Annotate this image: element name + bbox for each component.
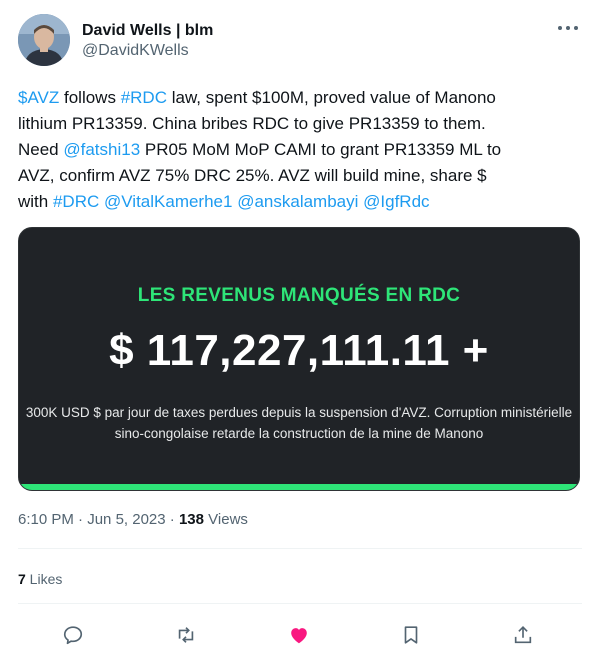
action-bar	[18, 618, 582, 652]
views-count: 138	[178, 511, 204, 528]
tweet-text-line: with #DRC @VitalKamerhe1 @anskalambayi @…	[18, 189, 582, 215]
likes-count: 7	[18, 571, 26, 587]
tweet-meta: 6:10 PM · Jun 5, 2023 · 138 Views	[18, 511, 248, 528]
tweet-text-segment: AVZ, confirm AVZ 75% DRC 25%. AVZ will b…	[18, 166, 487, 185]
media-card[interactable]: LES REVENUS MANQUÉS EN RDC $ 117,227,111…	[18, 227, 580, 491]
views-label: Views	[204, 511, 248, 528]
tweet-header: David Wells | blm @DavidKWells	[18, 14, 582, 68]
meta-separator: ·	[165, 511, 179, 528]
card-body: 300K USD $ par jour de taxes perdues dep…	[19, 402, 579, 444]
card-title: LES REVENUS MANQUÉS EN RDC	[137, 285, 461, 306]
avatar-image	[18, 14, 70, 66]
tweet-date[interactable]: Jun 5, 2023	[87, 511, 165, 528]
card-body-line: sino-congolaise retarde la construction …	[114, 426, 484, 441]
like-icon	[291, 628, 307, 644]
author-handle[interactable]: @DavidKWells	[82, 42, 189, 60]
hashtag-link[interactable]: $AVZ	[18, 88, 59, 107]
tweet-text-segment: follows	[59, 88, 121, 107]
likes-label: Likes	[25, 571, 63, 587]
tweet-text-segment: law, spent $100M, proved value of Manono	[166, 88, 496, 107]
tweet-text-line: $AVZ follows #RDC law, spent $100M, prov…	[18, 85, 582, 111]
card-accent-bar	[19, 484, 579, 490]
retweet-icon	[178, 627, 194, 643]
tweet-text-segment: Need	[18, 140, 64, 159]
reply-icon	[63, 626, 83, 645]
bookmark-icon	[404, 626, 418, 644]
tweet-text: $AVZ follows #RDC law, spent $100M, prov…	[18, 85, 582, 215]
tweet-text-line: lithium PR13359. China bribes RDC to giv…	[18, 111, 582, 137]
mention-link[interactable]: @VitalKamerhe1	[104, 192, 232, 211]
tweet-text-segment: PR05 MoM MoP CAMI to grant PR13359 ML to	[140, 140, 502, 159]
more-icon[interactable]	[558, 26, 578, 34]
reply-button[interactable]	[56, 618, 90, 652]
tweet-text-line: AVZ, confirm AVZ 75% DRC 25%. AVZ will b…	[18, 163, 582, 189]
divider	[18, 548, 582, 549]
tweet-text-segment: with	[18, 192, 53, 211]
mention-link[interactable]: @IgfRdc	[363, 192, 429, 211]
mention-link[interactable]: @fatshi13	[63, 140, 140, 159]
meta-separator: ·	[73, 511, 88, 528]
author-display-name[interactable]: David Wells | blm	[82, 22, 213, 40]
retweet-button[interactable]	[169, 618, 203, 652]
hashtag-link[interactable]: #DRC	[53, 192, 99, 211]
tweet-time[interactable]: 6:10 PM	[18, 511, 74, 528]
share-button[interactable]	[506, 618, 540, 652]
card-body-line: 300K USD $ par jour de taxes perdues dep…	[25, 405, 573, 420]
card-amount: $ 117,227,111.11 +	[109, 326, 489, 375]
bookmark-button[interactable]	[394, 618, 428, 652]
likes-summary[interactable]: 7 Likes	[18, 571, 62, 587]
mention-link[interactable]: @anskalambayi	[237, 192, 358, 211]
avatar[interactable]	[18, 14, 70, 66]
tweet-text-segment: lithium PR13359. China bribes RDC to giv…	[18, 114, 486, 133]
like-button[interactable]	[282, 618, 316, 652]
divider	[18, 603, 582, 604]
share-icon	[514, 626, 532, 644]
tweet-text-line: Need @fatshi13 PR05 MoM MoP CAMI to gran…	[18, 137, 582, 163]
hashtag-link[interactable]: #RDC	[121, 88, 167, 107]
